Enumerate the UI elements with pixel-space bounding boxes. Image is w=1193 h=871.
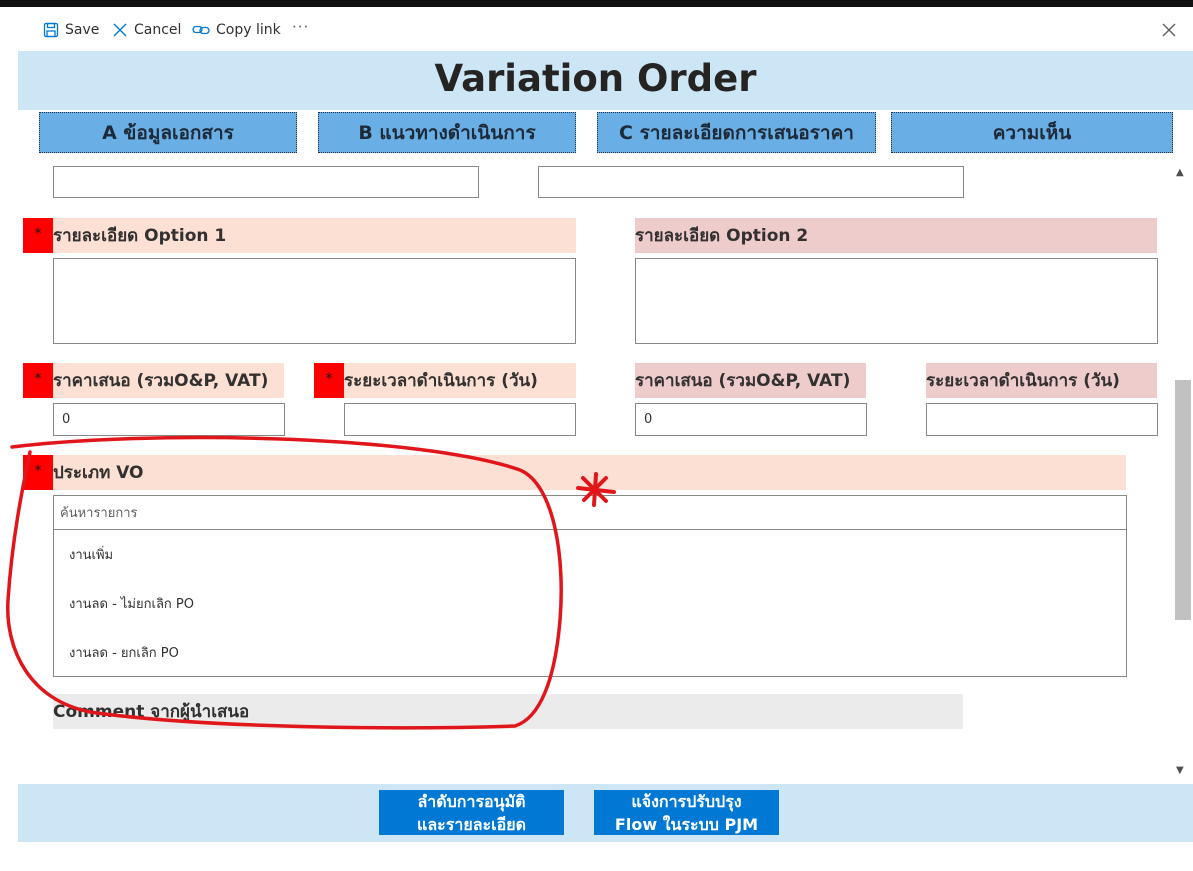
comment-label: Comment จากผู้นำเสนอ: [53, 694, 963, 729]
vo-search-input[interactable]: ค้นหารายการ: [54, 496, 1126, 530]
option1-detail-textarea[interactable]: [53, 258, 576, 344]
window-top-bar: [0, 0, 1193, 7]
save-icon: [43, 22, 59, 38]
option1-duration-input[interactable]: [344, 403, 576, 436]
option1-detail-label: รายละเอียด Option 1: [53, 218, 576, 253]
save-button[interactable]: Save: [43, 18, 99, 42]
scroll-up-icon[interactable]: ▲: [1176, 167, 1184, 178]
option1-duration-label: ระยะเวลาดำเนินการ (วัน): [344, 363, 576, 398]
scroll-down-icon[interactable]: ▼: [1176, 765, 1184, 776]
approval-sequence-button[interactable]: ลำดับการอนุมัติ และรายละเอียด: [379, 790, 564, 835]
cancel-label: Cancel: [134, 22, 182, 38]
option1-field[interactable]: [53, 166, 479, 198]
link-icon: [192, 22, 210, 38]
required-marker: *: [314, 363, 344, 398]
more-options-button[interactable]: ···: [292, 18, 309, 36]
option2-duration-input[interactable]: [926, 403, 1158, 436]
tab-quotation-details[interactable]: C รายละเอียดการเสนอราคา: [597, 112, 876, 153]
cancel-icon: [112, 22, 128, 38]
option1-price-label: ราคาเสนอ (รวมO&P, VAT): [53, 363, 284, 398]
option2-duration-label: ระยะเวลาดำเนินการ (วัน): [926, 363, 1157, 398]
tab-document-info[interactable]: A ข้อมูลเอกสาร: [39, 112, 297, 153]
tab-approach[interactable]: B แนวทางดำเนินการ: [318, 112, 576, 153]
flow-update-button[interactable]: แจ้งการปรับปรุง Flow ในระบบ PJM: [594, 790, 779, 835]
close-icon[interactable]: [1159, 20, 1179, 40]
option2-price-label: ราคาเสนอ (รวมO&P, VAT): [635, 363, 866, 398]
option2-field[interactable]: [538, 166, 964, 198]
page-title: Variation Order: [434, 57, 757, 100]
required-marker: *: [23, 455, 53, 490]
flow-button-line1: แจ้งการปรับปรุง: [631, 791, 742, 811]
vo-type-label: ประเภท VO: [53, 455, 1126, 490]
option1-price-input[interactable]: 0: [53, 403, 285, 436]
vo-option-reduction-cancel-po[interactable]: งานลด - ยกเลิก PO: [54, 628, 1126, 677]
scrollbar-thumb[interactable]: [1175, 380, 1191, 620]
required-marker: *: [23, 218, 53, 253]
tab-comments[interactable]: ความเห็น: [891, 112, 1173, 153]
vo-option-reduction-keep-po[interactable]: งานลด - ไม่ยกเลิก PO: [54, 579, 1126, 628]
copy-link-button[interactable]: Copy link: [192, 18, 281, 42]
approval-button-line2: และรายละเอียด: [417, 814, 526, 834]
flow-button-line2: Flow ในระบบ PJM: [614, 814, 759, 834]
vo-option-additional-work[interactable]: งานเพิ่ม: [54, 530, 1126, 579]
cancel-button[interactable]: Cancel: [112, 18, 181, 42]
option2-detail-textarea[interactable]: [635, 258, 1158, 344]
save-label: Save: [65, 22, 100, 38]
vo-type-dropdown[interactable]: ค้นหารายการ งานเพิ่ม งานลด - ไม่ยกเลิก P…: [53, 495, 1127, 677]
approval-button-line1: ลำดับการอนุมัติ: [417, 791, 526, 811]
option2-detail-label: รายละเอียด Option 2: [635, 218, 1157, 253]
required-marker: *: [23, 363, 53, 398]
copy-link-label: Copy link: [216, 22, 281, 38]
option2-price-input[interactable]: 0: [635, 403, 867, 436]
